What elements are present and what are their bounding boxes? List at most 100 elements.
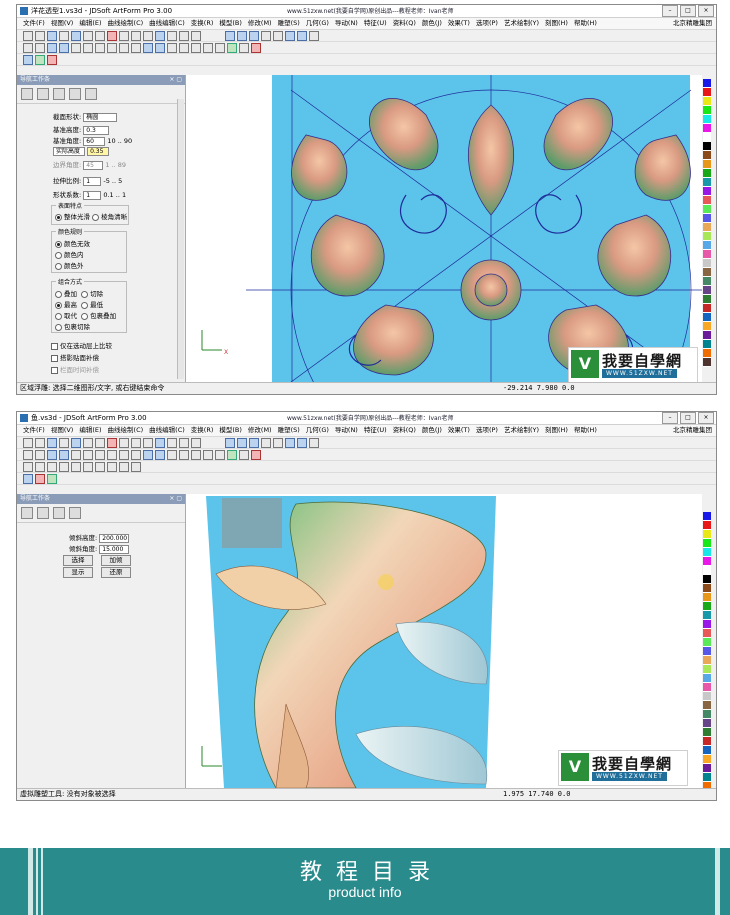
viewport-1[interactable]: X V 我要自學網 WWW.51ZXW.NET <box>186 75 702 394</box>
rotate-icon[interactable] <box>285 437 295 448</box>
palette-swatch[interactable] <box>703 88 711 97</box>
shade-3-icon[interactable] <box>191 42 201 53</box>
zoom-prev-icon[interactable] <box>261 437 271 448</box>
zoom-icon[interactable] <box>225 30 235 41</box>
palette-swatch[interactable] <box>703 187 711 196</box>
delete-icon[interactable] <box>107 30 117 41</box>
tool-1-icon[interactable] <box>203 42 213 53</box>
menu-item[interactable]: 资料(Q) <box>393 18 416 29</box>
cup-icon[interactable] <box>179 30 189 41</box>
palette-swatch[interactable] <box>703 746 711 755</box>
zoom-window-icon[interactable] <box>237 30 247 41</box>
target-icon[interactable] <box>107 449 117 460</box>
palette-swatch[interactable] <box>703 602 711 611</box>
base-height-input[interactable]: 0.3 <box>83 125 110 135</box>
color-outside-radio[interactable] <box>55 262 62 270</box>
ellipse-icon[interactable] <box>95 461 105 472</box>
combine-min-radio[interactable] <box>81 301 89 309</box>
palette-swatch[interactable] <box>703 638 711 647</box>
rotate-icon[interactable] <box>285 30 295 41</box>
select-icon[interactable] <box>71 30 81 41</box>
tool-2-icon[interactable] <box>215 42 225 53</box>
palette-swatch[interactable] <box>703 214 711 223</box>
menu-item[interactable]: 曲线绘制(C) <box>108 18 144 29</box>
menu-item[interactable]: 几何(G) <box>306 18 329 29</box>
circle-cross-icon[interactable] <box>95 42 105 53</box>
delete-icon[interactable] <box>107 437 117 448</box>
shape-coef-input[interactable]: 1 <box>83 190 102 200</box>
palette-swatch[interactable] <box>703 773 711 782</box>
mesh-icon[interactable] <box>155 449 165 460</box>
section-shape-select[interactable]: 椭圆 <box>83 112 118 122</box>
shade-2-icon[interactable] <box>179 449 189 460</box>
menu-item[interactable]: 文件(F) <box>23 425 45 436</box>
palette-swatch[interactable] <box>703 250 711 259</box>
palette-swatch[interactable] <box>703 737 711 746</box>
zoom-all-icon[interactable] <box>273 437 283 448</box>
palette-swatch[interactable] <box>703 79 711 88</box>
sphere-icon[interactable] <box>155 30 165 41</box>
zoom-prev-icon[interactable] <box>261 30 271 41</box>
tool-2-icon[interactable] <box>215 449 225 460</box>
stretch-input[interactable]: 1 <box>83 176 102 186</box>
plus-icon[interactable] <box>59 30 69 41</box>
menu-item[interactable]: 雕塑(S) <box>278 18 300 29</box>
menu-item[interactable]: 曲线编辑(C) <box>149 18 185 29</box>
arrows-icon[interactable] <box>23 449 33 460</box>
base-angle-input[interactable]: 60 <box>83 136 106 146</box>
perpendicular-icon[interactable] <box>119 42 129 53</box>
minimize-button[interactable]: – <box>662 412 678 424</box>
layer-icon[interactable] <box>143 42 153 53</box>
panel-scrollbar[interactable] <box>177 99 184 379</box>
tab-relief-icon[interactable] <box>21 88 33 100</box>
color-palette-2[interactable] <box>703 512 711 800</box>
palette-swatch[interactable] <box>703 160 711 169</box>
plus-icon[interactable] <box>59 437 69 448</box>
palette-swatch[interactable] <box>703 151 711 160</box>
combine-cut-radio[interactable] <box>81 290 89 298</box>
palette-swatch[interactable] <box>703 656 711 665</box>
view-icon[interactable] <box>309 437 319 448</box>
circle-cross-icon[interactable] <box>95 449 105 460</box>
palette-swatch[interactable] <box>703 268 711 277</box>
menu-item[interactable]: 变换(R) <box>191 18 214 29</box>
combine-add-radio[interactable] <box>55 290 62 298</box>
save-icon[interactable] <box>47 30 57 41</box>
undo-icon[interactable] <box>83 30 93 41</box>
menu-item[interactable]: 编辑(E) <box>79 18 101 29</box>
polyline-icon[interactable] <box>59 42 69 53</box>
close-button[interactable]: × <box>698 5 714 17</box>
zoom-icon[interactable] <box>225 437 235 448</box>
color-1-icon[interactable] <box>23 473 33 484</box>
zoom-fit-icon[interactable] <box>249 30 259 41</box>
tab-relief-icon[interactable] <box>21 507 33 519</box>
color-1-icon[interactable] <box>23 54 33 65</box>
menu-item[interactable]: 雕塑(S) <box>278 425 300 436</box>
palette-swatch[interactable] <box>703 106 711 115</box>
line-tool-icon[interactable] <box>47 42 57 53</box>
panel-close-icon[interactable]: × ▢ <box>169 494 182 504</box>
menu-item[interactable]: 颜色(J) <box>422 18 442 29</box>
palette-swatch[interactable] <box>703 322 711 331</box>
grid-icon[interactable] <box>167 437 177 448</box>
tilt-height-input[interactable]: 200.000 <box>99 533 130 543</box>
color-palette-1[interactable] <box>703 79 711 367</box>
palette-swatch[interactable] <box>703 755 711 764</box>
tilt-button[interactable]: 加倾 <box>101 555 131 566</box>
menu-item[interactable]: 曲线绘制(C) <box>108 425 144 436</box>
tab-brush-icon[interactable] <box>37 507 49 519</box>
surface-smooth-radio[interactable] <box>55 213 62 221</box>
rectangle-icon[interactable] <box>107 461 117 472</box>
palette-swatch[interactable] <box>703 692 711 701</box>
shadow-comp-checkbox[interactable] <box>51 354 58 362</box>
snap-icon[interactable] <box>35 42 45 53</box>
shade-3-icon[interactable] <box>191 449 201 460</box>
panel-close-icon[interactable]: × ▢ <box>169 75 182 85</box>
palette-swatch[interactable] <box>703 548 711 557</box>
polyline-icon[interactable] <box>59 449 69 460</box>
palette-swatch[interactable] <box>703 286 711 295</box>
maximize-button[interactable]: □ <box>680 412 696 424</box>
snap-icon[interactable] <box>35 449 45 460</box>
shade-2-icon[interactable] <box>179 42 189 53</box>
restore-button[interactable]: 还原 <box>101 567 131 578</box>
